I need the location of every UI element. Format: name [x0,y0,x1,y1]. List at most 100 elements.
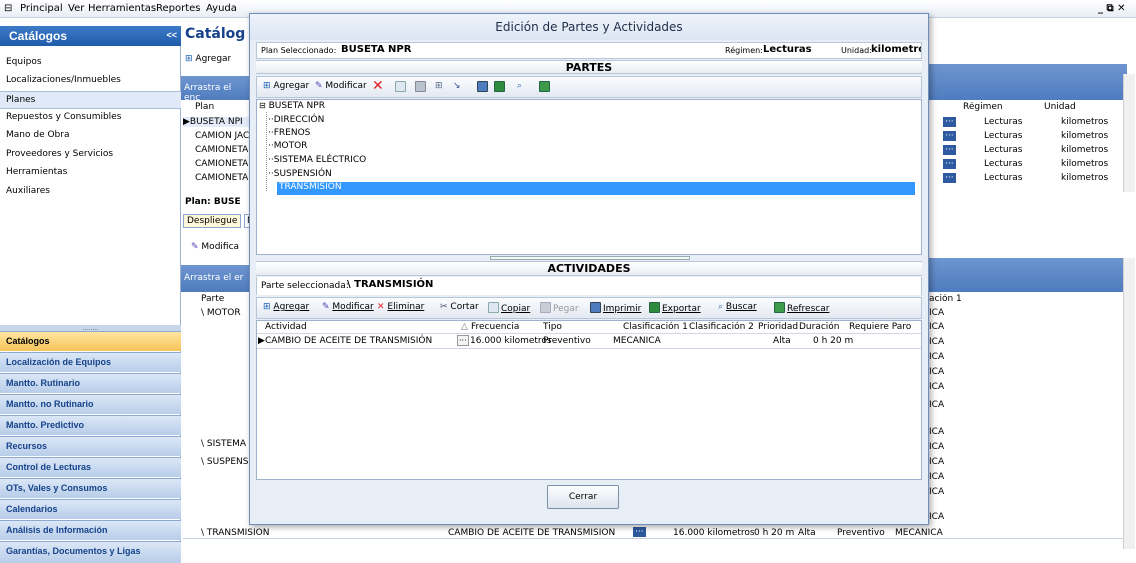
ellipsis-icon[interactable]: ··· [943,117,956,127]
partes-modificar-button[interactable]: ✎ Modificar [315,81,367,91]
menu-ayuda[interactable]: Ayuda [206,3,237,14]
copy-icon[interactable] [395,81,408,93]
bg-plan-row[interactable]: ▶BUSETA NPI [183,117,249,127]
bg-plan-row[interactable]: CAMIONETA [195,145,248,155]
bg-parte-row[interactable]: \ SUSPENS [201,457,248,467]
table-row[interactable]: ▶ CAMBIO DE ACEITE DE TRANSMISIÓN ··· 16… [257,335,921,349]
print-icon[interactable] [477,81,490,93]
sidebar-item-mano-de-obra[interactable]: Mano de Obra [0,127,181,145]
sidebar-item-proveedores[interactable]: Proveedores y Servicios [0,146,181,164]
col-duracion[interactable]: Duración [799,322,840,332]
nav-catalogos[interactable]: Catálogos [0,331,181,351]
nav-localizacion-equipos[interactable]: Localización de Equipos [0,352,181,372]
nav-control-lecturas[interactable]: Control de Lecturas [0,457,181,477]
bg-scrollbar-top[interactable] [1123,74,1135,192]
bg-parte-row[interactable]: \ MOTOR [201,308,241,318]
col-requiere-paro[interactable]: Requiere Paro [849,322,911,332]
cell-frecuencia[interactable]: 16.000 kilometros [470,336,552,346]
ellipsis-icon[interactable]: ··· [457,335,469,346]
bg-plan-row[interactable]: CAMIONETA [195,173,248,183]
refresh-icon[interactable] [539,81,552,93]
act-buscar-button[interactable]: ⌕ Buscar [718,302,757,312]
bg-scrollbar-bottom[interactable] [1123,258,1135,549]
sidebar-item-equipos[interactable]: Equipos [0,54,181,72]
nav-mantto-no-rutinario[interactable]: Mantto. no Rutinario [0,394,181,414]
nav-recursos[interactable]: Recursos [0,436,181,456]
tree-node-direccion[interactable]: ··DIRECCIÓN [268,115,324,125]
close-button[interactable]: Cerrar [547,485,619,509]
act-copiar-button[interactable]: Copiar [488,302,530,314]
ellipsis-icon[interactable]: ··· [633,527,646,537]
sidebar-item-herramientas[interactable]: Herramientas [0,164,181,182]
collapse-icon[interactable]: << [166,30,177,40]
nav-ots-vales[interactable]: OTs, Vales y Consumos [0,478,181,498]
cell-prioridad[interactable]: Alta [773,336,791,346]
bg-clasif-header: ación 1 [929,294,962,304]
regimen-label: Régimen: [725,46,763,55]
act-modificar-button[interactable]: ✎ Modificar [322,302,374,312]
col-clasif2[interactable]: Clasificación 2 [689,322,754,332]
bg-band-right-top [929,64,1127,100]
cell-tipo[interactable]: Preventivo [543,336,591,346]
tree-node-suspension[interactable]: ··SUSPENSIÓN [268,169,332,179]
act-exportar-button[interactable]: Exportar [649,302,701,314]
cell-actividad[interactable]: CAMBIO DE ACEITE DE TRANSMISIÓN [265,336,432,346]
nav-garantias[interactable]: Garantías, Documentos y Ligas [0,541,181,563]
partes-agregar-button[interactable]: ⊞ Agregar [263,81,309,91]
col-clasif1[interactable]: Clasificación 1 [623,322,688,332]
paste-icon[interactable] [415,81,428,93]
sidebar-item-planes[interactable]: Planes [0,91,181,109]
act-eliminar-button[interactable]: ✕ Eliminar [377,302,424,312]
ellipsis-icon[interactable]: ··· [943,159,956,169]
tree-root[interactable]: ⊟ BUSETA NPR [259,101,325,111]
sidebar-item-repuestos[interactable]: Repuestos y Consumibles [0,109,181,127]
menu-herramientas[interactable]: Herramientas [88,3,156,14]
bg-plan-row[interactable]: CAMIONETA [195,159,248,169]
cell-clasif1[interactable]: MECANICA [613,336,661,346]
tree-add-icon[interactable]: ⊞ [435,81,443,91]
act-pegar-button[interactable]: Pegar [540,302,579,314]
window-controls[interactable]: _ ⧉ ✕ [1098,3,1125,14]
col-prioridad[interactable]: Prioridad [758,322,798,332]
tree-node-transmision[interactable]: TRANSMISIÓN [277,182,915,195]
tree-node-motor[interactable]: ··MOTOR [268,141,307,151]
bg-unidad-cell: kilometros [1061,131,1109,141]
col-tipo[interactable]: Tipo [543,322,562,332]
bg-plan-row[interactable]: CAMIÓN JAC [195,131,249,141]
tab-despliegue[interactable]: Despliegue [183,214,242,228]
nav-mantto-rutinario[interactable]: Mantto. Rutinario [0,373,181,393]
search-icon[interactable]: ⌕ [517,81,522,91]
app-menu-icon[interactable]: ⊟ [4,3,12,14]
excel-icon[interactable] [494,81,507,93]
ellipsis-icon[interactable]: ··· [943,145,956,155]
col-actividad[interactable]: Actividad [265,322,307,332]
col-frecuencia[interactable]: Frecuencia [471,322,519,332]
splitter-handle[interactable] [490,256,690,260]
cell-duracion[interactable]: 0 h 20 m [813,336,853,346]
bg-parte-row[interactable]: \ SISTEMA [201,439,246,449]
ellipsis-icon[interactable]: ··· [943,173,956,183]
menu-ver[interactable]: Ver [68,3,84,14]
bg-modifica-button[interactable]: ✎ Modifica [191,242,239,252]
act-refrescar-button[interactable]: Refrescar [774,302,829,314]
nav-analisis[interactable]: Análisis de Información [0,520,181,540]
sort-icon[interactable]: ↘ [453,81,461,91]
delete-icon[interactable]: ✕ [372,78,384,94]
menu-reportes[interactable]: Reportes [156,3,201,14]
bg-agregar-button[interactable]: ⊞ Agregar [185,54,231,64]
tree-node-sistema-electrico[interactable]: ··SISTEMA ELÉCTRICO [268,155,366,165]
sidebar-item-auxiliares[interactable]: Auxiliares [0,183,181,201]
nav-mantto-predictivo[interactable]: Mantto. Predictivo [0,415,181,435]
bg-clasif-cell: ICA [929,472,945,482]
act-imprimir-button[interactable]: Imprimir [590,302,641,314]
nav-calendarios[interactable]: Calendarios [0,499,181,519]
tree-node-frenos[interactable]: ··FRENOS [268,128,310,138]
act-cortar-button[interactable]: ✂ Cortar [440,302,479,312]
unidad-label: Unidad: [841,46,872,55]
menu-principal[interactable]: Principal [20,3,63,14]
sidebar-item-localizaciones[interactable]: Localizaciones/Inmuebles [0,72,181,90]
act-agregar-button[interactable]: ⊞ Agregar [263,302,309,312]
regimen-value: Lecturas [763,44,812,55]
bg-last-duracion: 0 h 20 m [754,528,795,538]
ellipsis-icon[interactable]: ··· [943,131,956,141]
